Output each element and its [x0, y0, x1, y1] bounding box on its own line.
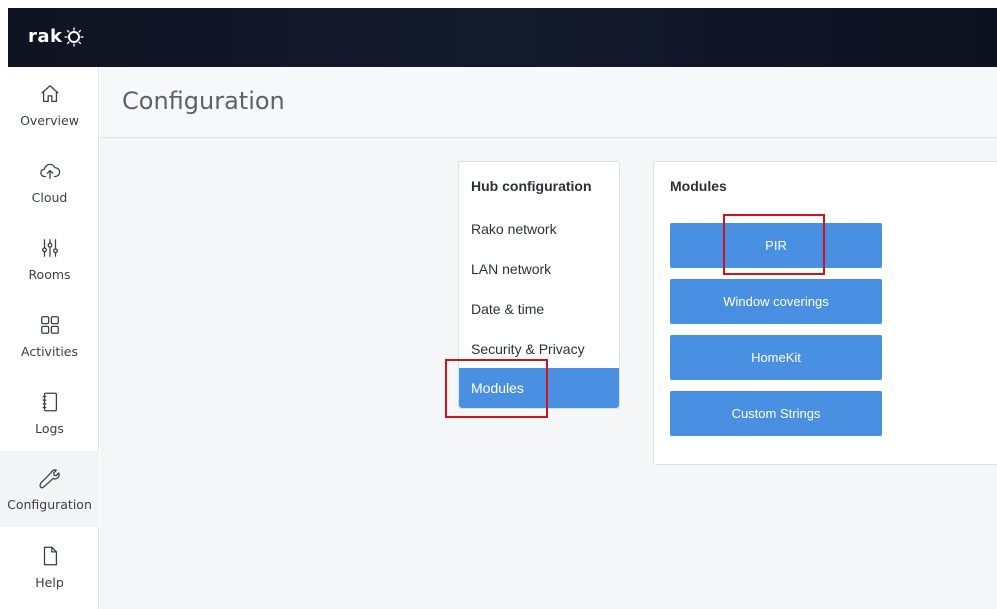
home-icon: [40, 84, 59, 102]
sidebar-item-help[interactable]: Help: [0, 529, 99, 605]
sidebar-item-activities[interactable]: Activities: [0, 298, 99, 374]
sidebar-item-configuration[interactable]: Configuration: [0, 451, 99, 527]
wrench-icon: [38, 468, 60, 488]
page-header: Configuration: [100, 67, 997, 138]
top-bar: rak: [8, 8, 997, 67]
hub-item-rako-network[interactable]: Rako network: [459, 209, 619, 249]
sidebar-item-label: Rooms: [28, 266, 71, 282]
page-title: Configuration: [122, 87, 285, 115]
hub-item-modules[interactable]: Modules: [459, 368, 619, 408]
homekit-button[interactable]: HomeKit: [670, 335, 882, 380]
window-coverings-button[interactable]: Window coverings: [670, 279, 882, 324]
sidebar-item-label: Activities: [20, 343, 79, 359]
sidebar-item-label: Logs: [35, 420, 64, 436]
sidebar-item-cloud[interactable]: Cloud: [0, 144, 99, 220]
sliders-icon: [41, 238, 58, 257]
sidebar-item-label: Cloud: [31, 189, 68, 205]
document-icon: [43, 546, 57, 565]
sidebar: Overview Cloud Rooms Activities Logs Con…: [0, 67, 99, 609]
hub-configuration-title: Hub configuration: [471, 178, 592, 194]
modules-panel: Modules PIR Window coverings HomeKit Cus…: [653, 161, 997, 465]
custom-strings-button[interactable]: Custom Strings: [670, 391, 882, 436]
sidebar-item-overview[interactable]: Overview: [0, 67, 99, 143]
cloud-upload-icon: [39, 163, 60, 179]
hub-configuration-panel: Hub configuration Rako network LAN netwo…: [458, 161, 620, 409]
pir-button[interactable]: PIR: [670, 223, 882, 268]
sidebar-item-rooms[interactable]: Rooms: [0, 221, 99, 297]
rako-logo[interactable]: rak: [28, 26, 84, 47]
grid-icon: [40, 315, 59, 334]
notebook-icon: [42, 392, 57, 411]
hub-item-lan-network[interactable]: LAN network: [459, 249, 619, 289]
logo-text: rak: [28, 26, 63, 47]
hub-item-date-time[interactable]: Date & time: [459, 289, 619, 329]
sidebar-item-logs[interactable]: Logs: [0, 375, 99, 451]
logo-sun-icon: [64, 27, 84, 47]
sidebar-item-label: Help: [35, 574, 64, 590]
hub-item-security-privacy[interactable]: Security & Privacy: [459, 329, 619, 369]
sidebar-item-label: Overview: [20, 112, 79, 128]
modules-title: Modules: [670, 178, 727, 194]
sidebar-item-label: Configuration: [7, 496, 92, 512]
main-content: Configuration Hub configuration Rako net…: [100, 67, 997, 609]
